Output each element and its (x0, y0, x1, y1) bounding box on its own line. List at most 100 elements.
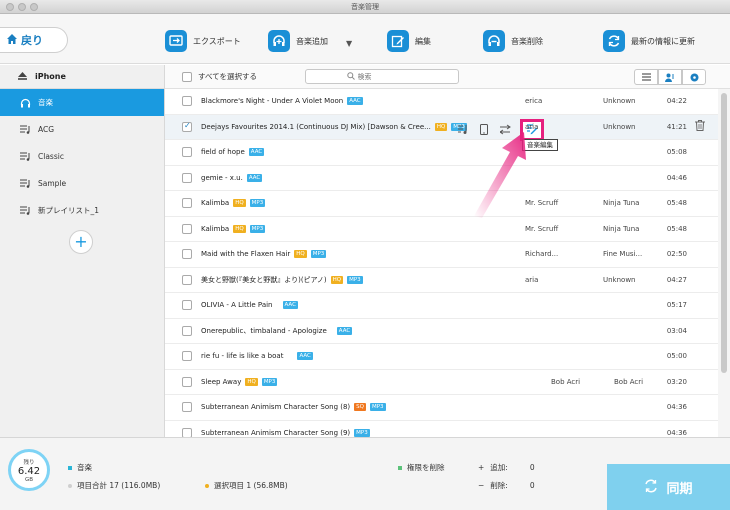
search-icon (346, 71, 355, 82)
list-scrollbar[interactable] (718, 89, 730, 437)
search-input[interactable] (357, 72, 418, 81)
row-checkbox[interactable] (182, 402, 192, 413)
song-title: 美女と野獣(『美女と野獣』より)(ピアノ) (201, 275, 327, 284)
album-view-icon[interactable] (682, 69, 706, 85)
song-row[interactable]: gemie - x.u. AAC 04:46 (165, 166, 718, 191)
edit-label: 編集 (415, 36, 431, 46)
quality-badge: HQ (294, 250, 307, 259)
song-row-selected[interactable]: Deejays Favourites 2014.1 (Continuous DJ… (165, 114, 718, 141)
quality-badge: SQ (354, 403, 366, 412)
minus-sign-icon: − (478, 481, 485, 490)
song-row[interactable]: Blackmore's Night - Under A Violet Moon A… (165, 89, 718, 115)
row-checkbox[interactable] (182, 249, 192, 260)
row-checkbox[interactable] (182, 300, 192, 311)
add-music-button[interactable]: 音楽追加 (268, 29, 328, 53)
add-count-value: 0 (529, 463, 535, 472)
window-title: 音楽管理 (351, 3, 379, 11)
export-button[interactable]: エクスポート (165, 29, 241, 53)
song-title: field of hope (201, 148, 245, 157)
song-row[interactable]: Kalimba HQ MP3 Mr. Scruff Ninja Tuna 05:48 (165, 217, 718, 242)
song-row[interactable]: Maid with the Flaxen Hair HQ MP3 Richard..… (165, 242, 718, 268)
song-album: Unknown (603, 122, 636, 131)
song-title: Kalimba (201, 224, 230, 233)
song-artist: aria (525, 275, 539, 284)
song-title: gemie - x.u. (201, 173, 243, 182)
select-all-label: すべてを選択する (198, 72, 258, 81)
row-checkbox[interactable] (182, 198, 192, 209)
song-duration: 04:36 (666, 428, 687, 437)
song-row[interactable]: Onerepublic、timbaland - Apologize AAC 03:… (165, 319, 718, 344)
edit-button[interactable]: 編集 (387, 29, 431, 53)
storage-gauge: 残り 6.42 GB (8, 449, 50, 491)
format-badge: AAC (347, 97, 363, 106)
category-label: 音楽 (77, 463, 92, 472)
export-icon (165, 30, 187, 52)
format-badge: AAC (336, 326, 353, 335)
delete-rights-info: 権限を削除 (398, 462, 445, 473)
song-row[interactable]: field of hope AAC 05:08 (165, 140, 718, 166)
row-checkbox[interactable] (182, 274, 192, 285)
format-badge: MP3 (249, 199, 266, 208)
song-row[interactable]: Subterranean Animism Character Song (8) S… (165, 395, 718, 421)
song-title: Maid with the Flaxen Hair (201, 250, 291, 259)
sync-icon (644, 479, 658, 497)
add-count-label: 追加: (490, 463, 508, 472)
song-album: Ninja Tuna (603, 199, 640, 208)
device-header[interactable]: iPhone (0, 65, 164, 89)
quality-badge: HQ (434, 122, 448, 131)
sidebar-item-music[interactable]: 音楽 (0, 89, 164, 116)
annotation-arrow (474, 132, 526, 218)
song-artist: aria (525, 122, 539, 131)
song-album: Unknown (603, 97, 636, 106)
quality-badge: HQ (245, 377, 258, 386)
sidebar-item-sample[interactable]: Sample (0, 170, 164, 197)
row-checkbox[interactable] (182, 96, 192, 107)
song-duration: 02:50 (666, 250, 687, 259)
song-row[interactable]: Sleep Away HQ MP3 Bob Acri Bob Acri 03:20 (165, 370, 718, 395)
delete-music-button[interactable]: 音楽削除 (483, 29, 543, 53)
song-row[interactable]: Kalimba HQ MP3 Mr. Scruff Ninja Tuna 05:48 (165, 191, 718, 217)
song-album: Ninja Tuna (603, 224, 640, 233)
row-checkbox[interactable] (182, 325, 192, 336)
song-rows: Blackmore's Night - Under A Violet Moon A… (165, 89, 718, 446)
add-music-dropdown-icon[interactable]: ▼ (346, 39, 352, 48)
sync-button[interactable]: 同期 (607, 464, 730, 510)
music-list-panel: すべてを選択する Blackmore's Night - Under A Vio… (165, 65, 730, 446)
row-checkbox[interactable] (182, 147, 192, 158)
sidebar-item-new-playlist[interactable]: 新プレイリスト_1 (0, 197, 164, 224)
row-checkbox[interactable] (182, 121, 192, 132)
sidebar-item-acg[interactable]: ACG (0, 116, 164, 143)
artist-view-icon[interactable] (658, 69, 682, 85)
trash-icon[interactable] (695, 119, 705, 134)
list-view-icon[interactable] (634, 69, 658, 85)
song-title: Blackmore's Night - Under A Violet Moon (201, 97, 344, 106)
status-footer: 残り 6.42 GB 音楽 項目合計 17 (116.0MB) 選択項目 1 (… (0, 437, 730, 510)
row-checkbox[interactable] (182, 172, 192, 183)
eject-icon[interactable] (18, 71, 27, 82)
add-playlist-button[interactable]: + (69, 230, 93, 254)
sidebar-item-label: 音楽 (38, 98, 53, 107)
playlist-icon (18, 152, 32, 161)
scrollbar-thumb[interactable] (721, 93, 727, 373)
select-all-checkbox[interactable] (182, 71, 192, 82)
quality-badge: HQ (233, 199, 246, 208)
edit-icon (387, 30, 409, 52)
refresh-icon (603, 30, 625, 52)
song-row[interactable]: 美女と野獣(『美女と野獣』より)(ピアノ) HQ MP3 aria Unknown … (165, 268, 718, 293)
song-album: Unknown (603, 275, 636, 284)
back-button[interactable]: 戻り (0, 27, 68, 53)
sidebar-item-classic[interactable]: Classic (0, 143, 164, 170)
song-duration: 05:48 (666, 224, 687, 233)
remove-count-label: 削除: (490, 481, 508, 490)
song-duration: 05:00 (666, 352, 687, 361)
row-checkbox[interactable] (182, 351, 192, 362)
row-checkbox[interactable] (182, 376, 192, 387)
song-duration: 05:17 (666, 301, 687, 310)
refresh-button[interactable]: 最新の情報に更新 (603, 29, 695, 53)
row-checkbox[interactable] (182, 223, 192, 234)
search-box[interactable] (305, 69, 459, 84)
format-badge: MP3 (347, 275, 363, 284)
song-title: rie fu - life is like a boat (201, 352, 284, 361)
song-row[interactable]: OLIVIA - A Little Pain AAC 05:17 (165, 293, 718, 319)
song-row[interactable]: rie fu - life is like a boat AAC 05:00 (165, 344, 718, 370)
